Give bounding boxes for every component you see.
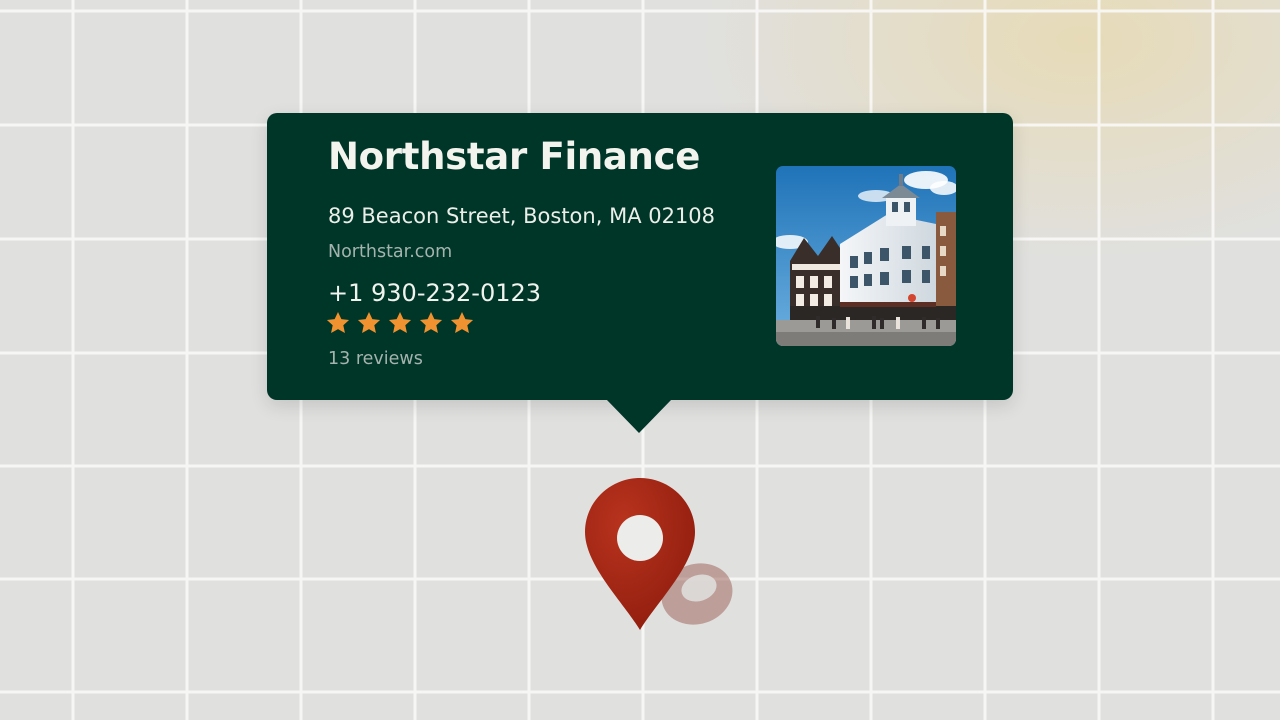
map-canvas[interactable]: Northstar Finance 89 Beacon Street, Bost… [0,0,1280,720]
star-icon [357,311,381,333]
business-photo[interactable] [776,166,956,346]
rating-stars [325,310,475,336]
business-phone[interactable]: +1 930-232-0123 [328,279,541,307]
business-address: 89 Beacon Street, Boston, MA 02108 [328,204,716,228]
business-website-link[interactable]: Northstar.com [328,242,452,262]
review-count[interactable]: 13 reviews [328,349,423,369]
star-icon [388,311,412,333]
star-icon [326,311,350,333]
location-pin[interactable] [575,470,745,640]
business-name: Northstar Finance [328,135,701,178]
business-info-card[interactable]: Northstar Finance 89 Beacon Street, Bost… [267,113,1013,433]
star-icon [419,311,443,333]
card-pointer [606,399,672,433]
star-icon [450,311,474,333]
